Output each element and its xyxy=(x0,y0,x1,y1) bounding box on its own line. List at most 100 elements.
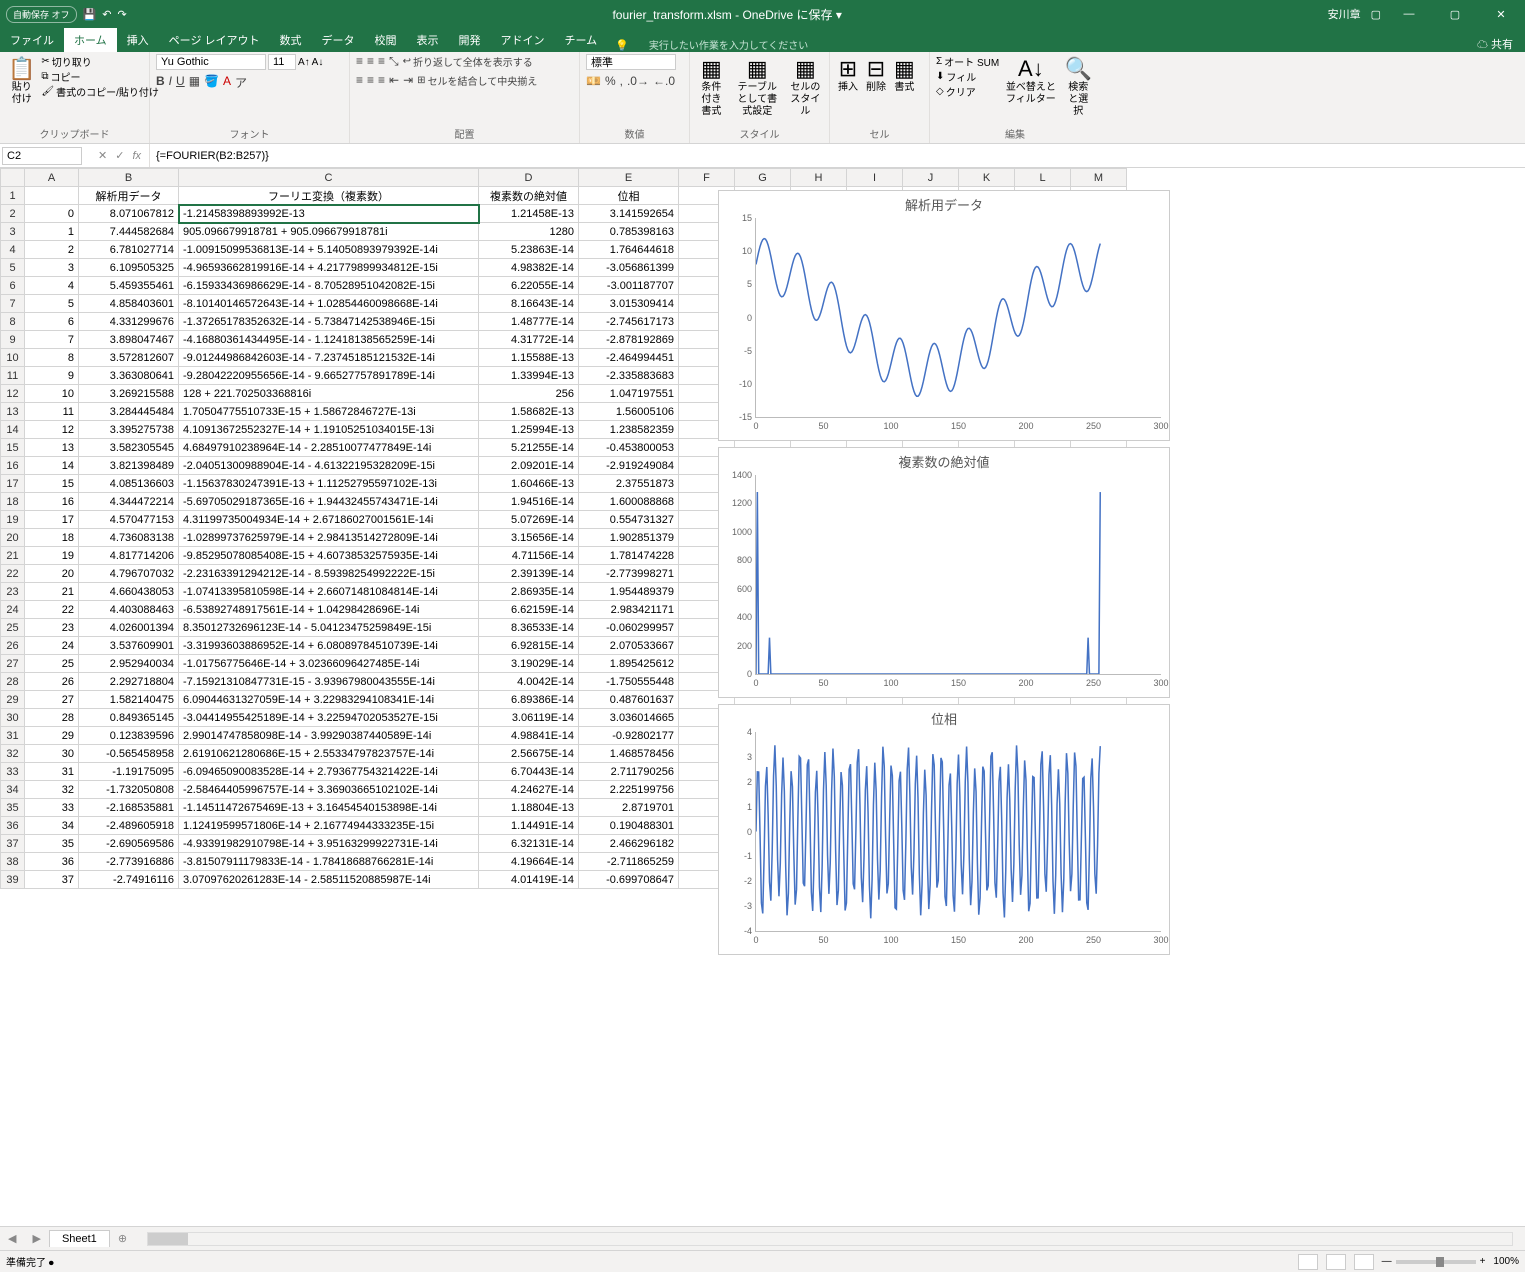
column-header-I[interactable]: I xyxy=(847,169,903,187)
cell[interactable]: 1.954489379 xyxy=(579,583,679,601)
wrap-text-button[interactable]: ↩ 折り返して全体を表示する xyxy=(403,54,533,69)
cell[interactable]: 5.21255E-14 xyxy=(479,439,579,457)
cell[interactable]: -2.773916886 xyxy=(79,853,179,871)
maximize-button[interactable]: ▢ xyxy=(1437,8,1473,21)
cell[interactable]: 33 xyxy=(25,799,79,817)
tab-開発[interactable]: 開発 xyxy=(449,28,491,52)
format-cells-button[interactable]: ▦書式 xyxy=(892,54,917,96)
cell[interactable]: 6.109505325 xyxy=(79,259,179,277)
row-header[interactable]: 32 xyxy=(1,745,25,763)
cell[interactable]: 16 xyxy=(25,493,79,511)
row-header[interactable]: 25 xyxy=(1,619,25,637)
column-header-C[interactable]: C xyxy=(179,169,479,187)
cell[interactable]: 2.39139E-14 xyxy=(479,565,579,583)
cell[interactable]: 2.86935E-14 xyxy=(479,583,579,601)
cell[interactable]: -2.690569586 xyxy=(79,835,179,853)
cell[interactable]: 3.284445484 xyxy=(79,403,179,421)
column-header-E[interactable]: E xyxy=(579,169,679,187)
cell[interactable]: 13 xyxy=(25,439,79,457)
cell[interactable]: 1280 xyxy=(479,223,579,241)
cell[interactable]: 19 xyxy=(25,547,79,565)
enter-formula-icon[interactable]: ✓ xyxy=(115,149,124,162)
column-header-H[interactable]: H xyxy=(791,169,847,187)
cell[interactable]: 4.817714206 xyxy=(79,547,179,565)
cell[interactable]: 4 xyxy=(25,277,79,295)
conditional-format-button[interactable]: ▦条件付き書式 xyxy=(696,54,727,120)
cell[interactable]: -5.69705029187365E-16 + 1.94432455743471… xyxy=(179,493,479,511)
cell[interactable]: 2.983421171 xyxy=(579,601,679,619)
cell[interactable]: -6.09465090083528E-14 + 2.79367754321422… xyxy=(179,763,479,781)
share-button[interactable]: ☁ 共有 xyxy=(1465,36,1525,52)
cell[interactable]: 4.736083138 xyxy=(79,529,179,547)
row-header[interactable]: 7 xyxy=(1,295,25,313)
minimize-button[interactable]: — xyxy=(1391,8,1427,20)
cell[interactable]: -1.732050808 xyxy=(79,781,179,799)
cell[interactable]: 6.22055E-14 xyxy=(479,277,579,295)
cell[interactable]: 4.085136603 xyxy=(79,475,179,493)
fill-color-button[interactable]: 🪣 xyxy=(204,74,219,91)
cell[interactable]: -3.001187707 xyxy=(579,277,679,295)
cell[interactable]: 3.19029E-14 xyxy=(479,655,579,673)
cell[interactable]: 3.015309414 xyxy=(579,295,679,313)
cell[interactable]: 30 xyxy=(25,745,79,763)
cell[interactable]: -3.056861399 xyxy=(579,259,679,277)
row-header[interactable]: 17 xyxy=(1,475,25,493)
cell[interactable]: -0.92802177 xyxy=(579,727,679,745)
cell[interactable]: -0.060299957 xyxy=(579,619,679,637)
cell[interactable]: 4.026001394 xyxy=(79,619,179,637)
view-page-layout-icon[interactable] xyxy=(1326,1254,1346,1270)
tab-アドイン[interactable]: アドイン xyxy=(491,28,555,52)
redo-icon[interactable]: ↷ xyxy=(117,8,126,21)
cell[interactable]: 0 xyxy=(25,205,79,223)
cell[interactable]: 6.62159E-14 xyxy=(479,601,579,619)
cell[interactable]: -9.85295078085408E-15 + 4.60738532575935… xyxy=(179,547,479,565)
row-header[interactable]: 15 xyxy=(1,439,25,457)
currency-icon[interactable]: 💴 xyxy=(586,74,601,88)
delete-cells-button[interactable]: ⊟削除 xyxy=(864,54,888,96)
cell[interactable]: 1.25994E-13 xyxy=(479,421,579,439)
cell[interactable]: 2.070533667 xyxy=(579,637,679,655)
cell[interactable]: 2.711790256 xyxy=(579,763,679,781)
cell[interactable]: 0.123839596 xyxy=(79,727,179,745)
cell[interactable]: 0.554731327 xyxy=(579,511,679,529)
user-name[interactable]: 安川章 xyxy=(1328,6,1361,22)
row-header[interactable]: 2 xyxy=(1,205,25,223)
cell[interactable]: 5.07269E-14 xyxy=(479,511,579,529)
autosum-button[interactable]: Σ オート SUM xyxy=(936,54,999,69)
cell[interactable]: 1.18804E-13 xyxy=(479,799,579,817)
cell[interactable]: 3.269215588 xyxy=(79,385,179,403)
increase-font-icon[interactable]: A↑ xyxy=(298,57,310,68)
cell[interactable]: 4.403088463 xyxy=(79,601,179,619)
cell[interactable]: 5.23863E-14 xyxy=(479,241,579,259)
row-header[interactable]: 20 xyxy=(1,529,25,547)
bold-button[interactable]: B xyxy=(156,74,165,91)
cell[interactable]: 3.036014665 xyxy=(579,709,679,727)
cell[interactable]: 4.71156E-14 xyxy=(479,547,579,565)
column-header-G[interactable]: G xyxy=(735,169,791,187)
row-header[interactable]: 38 xyxy=(1,853,25,871)
sheet-tab[interactable]: Sheet1 xyxy=(49,1230,110,1247)
cell[interactable]: -3.04414955425189E-14 + 3.22594702053527… xyxy=(179,709,479,727)
format-as-table-button[interactable]: ▦テーブルとして書式設定 xyxy=(731,54,784,120)
row-header[interactable]: 6 xyxy=(1,277,25,295)
column-header-K[interactable]: K xyxy=(959,169,1015,187)
cell[interactable]: フーリエ変換（複素数） xyxy=(179,187,479,205)
tab-ページ レイアウト[interactable]: ページ レイアウト xyxy=(159,28,270,52)
cell[interactable]: -2.745617173 xyxy=(579,313,679,331)
tab-チーム[interactable]: チーム xyxy=(555,28,608,52)
cell[interactable]: 2.61910621280686E-15 + 2.55334797823757E… xyxy=(179,745,479,763)
column-header-F[interactable]: F xyxy=(679,169,735,187)
row-header[interactable]: 29 xyxy=(1,691,25,709)
cell[interactable]: 2.37551873 xyxy=(579,475,679,493)
cell[interactable]: 14 xyxy=(25,457,79,475)
zoom-slider[interactable]: — + xyxy=(1382,1256,1486,1267)
cell[interactable]: 2.09201E-14 xyxy=(479,457,579,475)
cell[interactable]: 17 xyxy=(25,511,79,529)
cell[interactable]: 3.582305545 xyxy=(79,439,179,457)
cell[interactable]: 3.572812607 xyxy=(79,349,179,367)
row-header[interactable]: 3 xyxy=(1,223,25,241)
row-header[interactable]: 26 xyxy=(1,637,25,655)
row-header[interactable]: 34 xyxy=(1,781,25,799)
cell[interactable]: -1.07413395810598E-14 + 2.66071481084814… xyxy=(179,583,479,601)
cell[interactable]: 4.24627E-14 xyxy=(479,781,579,799)
